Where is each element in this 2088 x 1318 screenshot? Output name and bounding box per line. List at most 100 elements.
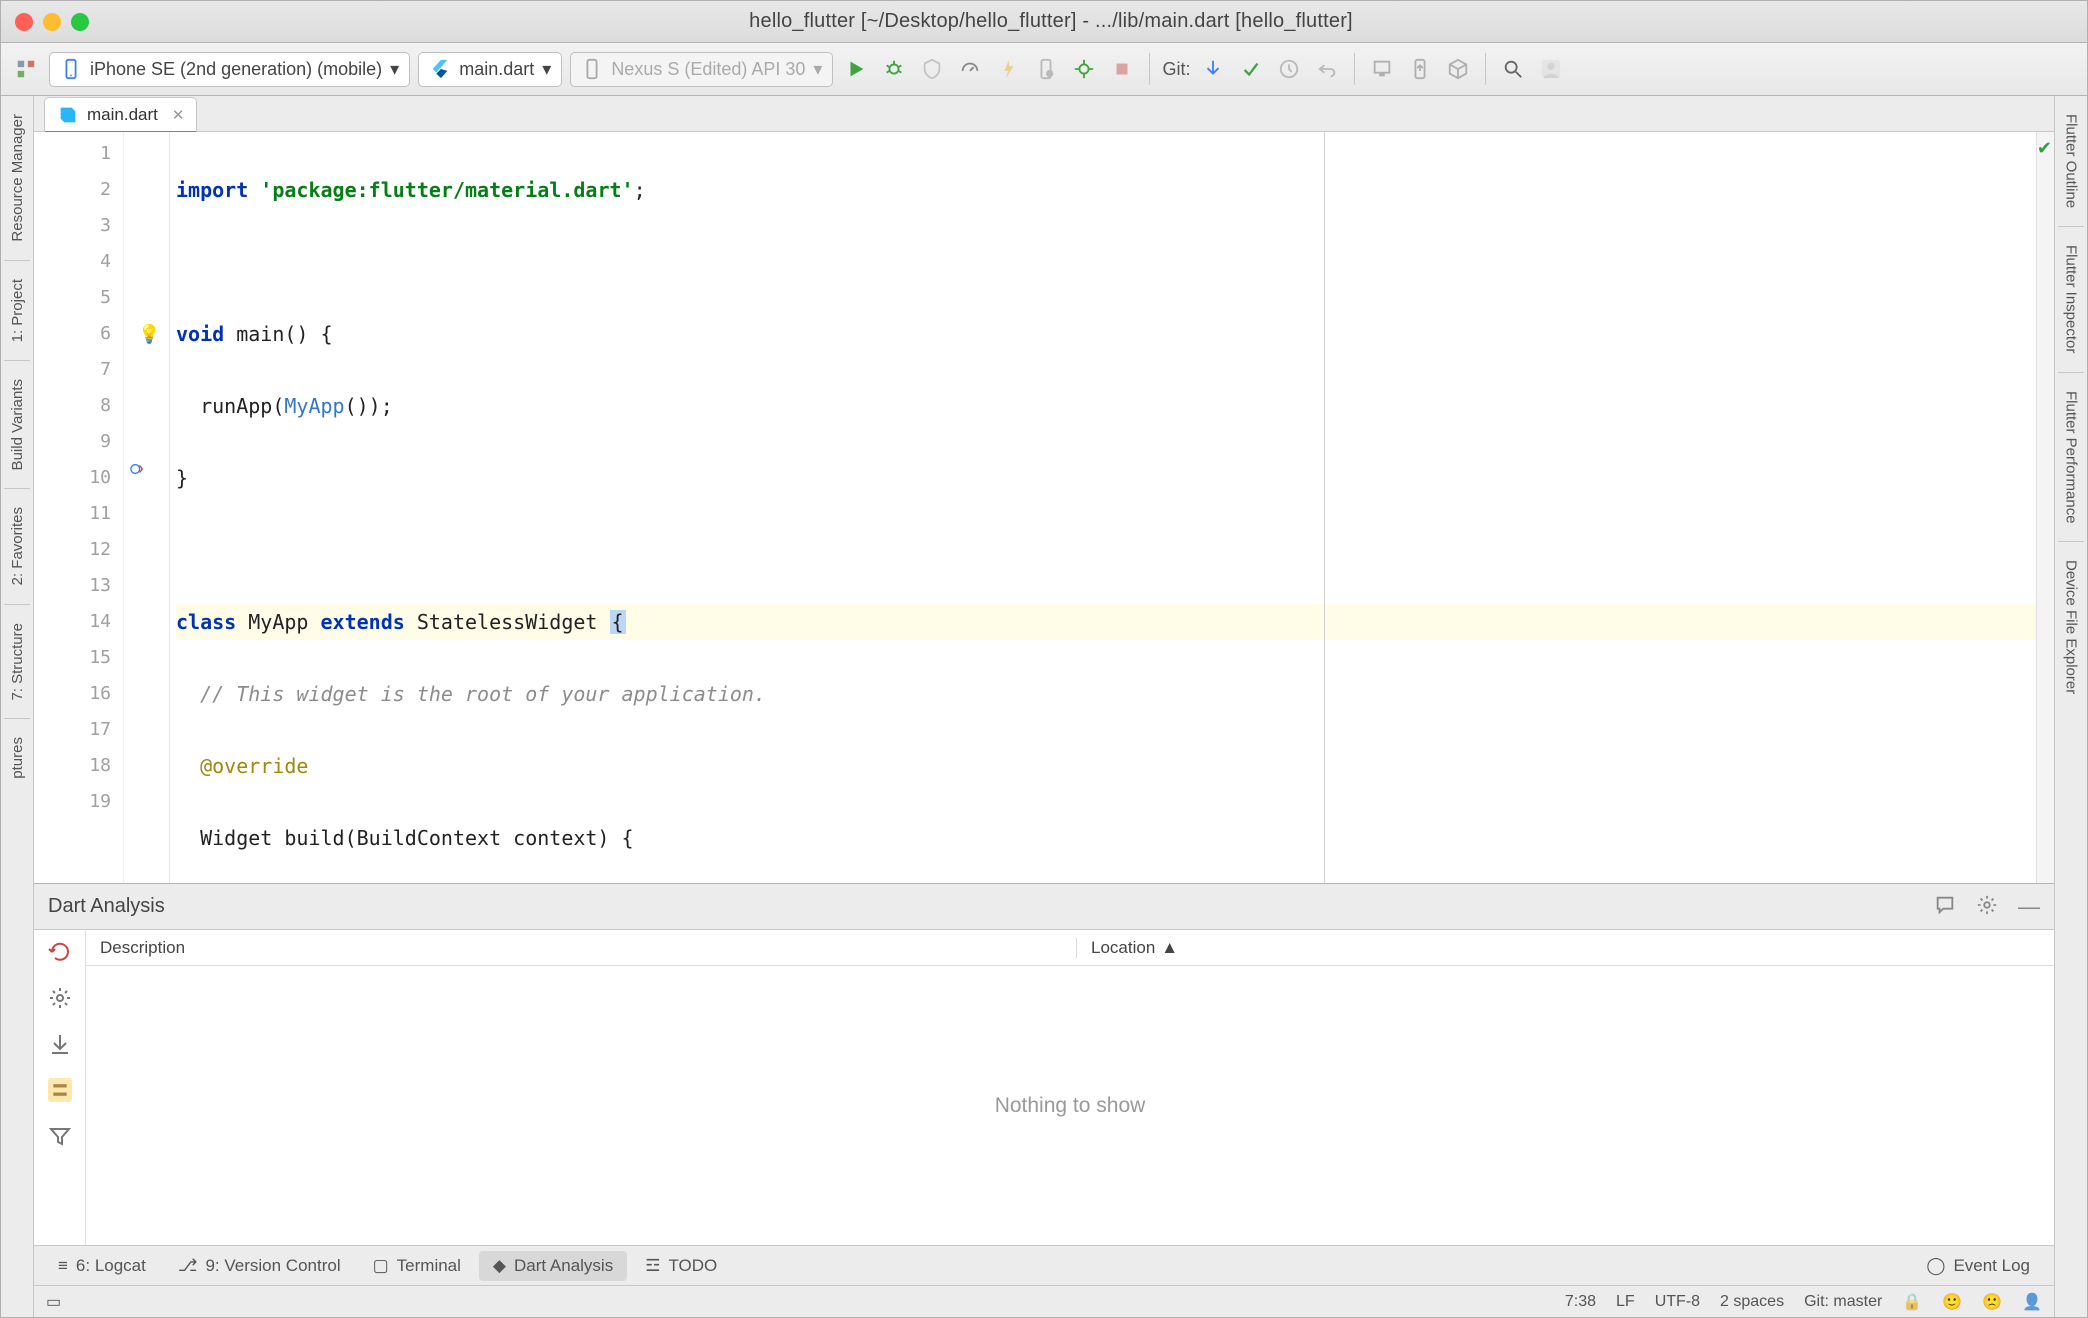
line-number-gutter: 12345678910111213141516171819 bbox=[34, 132, 124, 883]
package-button[interactable] bbox=[1443, 54, 1473, 84]
panel-empty-text: Nothing to show bbox=[86, 966, 2054, 1245]
filter-icon[interactable] bbox=[48, 1124, 72, 1148]
override-icon bbox=[130, 462, 144, 476]
flutter-icon bbox=[429, 58, 451, 80]
run-config-selector[interactable]: main.dart ▾ bbox=[418, 52, 562, 87]
structure-tab[interactable]: 7: Structure bbox=[9, 613, 26, 711]
frown-icon[interactable]: 🙁 bbox=[1982, 1292, 2002, 1312]
tab-main-dart[interactable]: main.dart ✕ bbox=[44, 97, 197, 131]
minimize-window-button[interactable] bbox=[43, 13, 61, 31]
dart-icon: ◆ bbox=[493, 1256, 506, 1276]
hot-reload-button[interactable] bbox=[993, 54, 1023, 84]
branch-icon: ⎇ bbox=[178, 1256, 198, 1276]
debug-button[interactable] bbox=[879, 54, 909, 84]
comment-icon[interactable] bbox=[1934, 894, 1956, 920]
emulator-label: Nexus S (Edited) API 30 bbox=[611, 59, 805, 80]
chevron-down-icon: ▾ bbox=[542, 59, 551, 80]
phone-icon bbox=[60, 58, 82, 80]
sort-asc-icon: ▲ bbox=[1161, 938, 1178, 958]
annotation-gutter: 💡 bbox=[124, 132, 170, 883]
editor-tabs: main.dart ✕ bbox=[34, 96, 2054, 132]
panel-column-headers: Description Location▲ bbox=[86, 930, 2054, 966]
gear-icon[interactable] bbox=[48, 986, 72, 1010]
indent-setting[interactable]: 2 spaces bbox=[1720, 1293, 1784, 1311]
git-label: Git: bbox=[1162, 59, 1190, 80]
tab-close-button[interactable]: ✕ bbox=[172, 106, 185, 124]
refresh-icon[interactable] bbox=[48, 940, 72, 964]
exit-distraction-icon[interactable] bbox=[11, 54, 41, 84]
logcat-icon: ≡ bbox=[58, 1256, 68, 1276]
coverage-button[interactable] bbox=[917, 54, 947, 84]
captures-tab[interactable]: ptures bbox=[9, 727, 26, 789]
vcs-tab[interactable]: ⎇9: Version Control bbox=[164, 1251, 355, 1281]
event-log-tab[interactable]: ◯Event Log bbox=[1912, 1251, 2044, 1281]
code-content[interactable]: import 'package:flutter/material.dart'; … bbox=[170, 132, 2054, 883]
phone-outline-icon bbox=[581, 58, 603, 80]
device-selector-label: iPhone SE (2nd generation) (mobile) bbox=[90, 59, 382, 80]
attach-debugger-button[interactable] bbox=[1031, 54, 1061, 84]
todo-tab[interactable]: ☲TODO bbox=[631, 1251, 731, 1281]
build-variants-tab[interactable]: Build Variants bbox=[9, 369, 26, 480]
panel-sidebar bbox=[34, 930, 86, 1245]
list-icon: ☲ bbox=[645, 1256, 660, 1276]
group-icon[interactable] bbox=[48, 1078, 72, 1102]
minimize-panel-button[interactable]: — bbox=[2018, 894, 2040, 920]
code-editor[interactable]: 12345678910111213141516171819 💡 import '… bbox=[34, 132, 2054, 883]
editor-splitter[interactable] bbox=[1324, 132, 1325, 883]
right-tool-strip: Flutter Outline Flutter Inspector Flutte… bbox=[2054, 96, 2087, 1317]
file-encoding[interactable]: UTF-8 bbox=[1655, 1293, 1700, 1311]
device-file-explorer-tab[interactable]: Device File Explorer bbox=[2063, 550, 2080, 704]
column-description[interactable]: Description bbox=[86, 938, 1076, 958]
flutter-outline-tab[interactable]: Flutter Outline bbox=[2063, 104, 2080, 218]
error-stripe[interactable]: ✔ bbox=[2036, 132, 2054, 883]
chevron-down-icon: ▾ bbox=[813, 59, 822, 80]
tab-label: main.dart bbox=[87, 105, 158, 125]
lightbulb-icon[interactable]: 💡 bbox=[138, 324, 160, 345]
git-branch[interactable]: Git: master bbox=[1804, 1293, 1882, 1311]
titlebar: hello_flutter [~/Desktop/hello_flutter] … bbox=[1, 1, 2087, 43]
user-avatar[interactable] bbox=[1536, 54, 1566, 84]
sdk-button[interactable] bbox=[1405, 54, 1435, 84]
resource-manager-tab[interactable]: Resource Manager bbox=[9, 104, 26, 252]
smile-icon[interactable]: 🙂 bbox=[1942, 1292, 1962, 1312]
emulator-selector[interactable]: Nexus S (Edited) API 30 ▾ bbox=[570, 52, 833, 87]
profile-button[interactable] bbox=[955, 54, 985, 84]
maximize-window-button[interactable] bbox=[71, 13, 89, 31]
git-history-button[interactable] bbox=[1274, 54, 1304, 84]
line-separator[interactable]: LF bbox=[1616, 1293, 1635, 1311]
autoscroll-icon[interactable] bbox=[48, 1032, 72, 1056]
stop-button[interactable] bbox=[1107, 54, 1137, 84]
analysis-ok-icon: ✔ bbox=[2037, 138, 2052, 159]
terminal-tab[interactable]: ▢Terminal bbox=[359, 1251, 475, 1281]
bottom-tool-tabs: ≡6: Logcat ⎇9: Version Control ▢Terminal… bbox=[34, 1245, 2054, 1285]
settings-icon[interactable] bbox=[1976, 894, 1998, 920]
main-toolbar: iPhone SE (2nd generation) (mobile) ▾ ma… bbox=[1, 43, 2087, 96]
status-bar: ▭ 7:38 LF UTF-8 2 spaces Git: master 🔒 🙂… bbox=[34, 1285, 2054, 1317]
panel-title: Dart Analysis bbox=[48, 895, 165, 918]
man-icon[interactable]: 👤 bbox=[2022, 1292, 2042, 1312]
logcat-tab[interactable]: ≡6: Logcat bbox=[44, 1251, 160, 1281]
git-update-button[interactable] bbox=[1198, 54, 1228, 84]
flutter-inspector-tab[interactable]: Flutter Inspector bbox=[2063, 235, 2080, 363]
left-tool-strip: Resource Manager 1: Project Build Varian… bbox=[1, 96, 34, 1317]
avd-button[interactable] bbox=[1367, 54, 1397, 84]
terminal-icon: ▢ bbox=[373, 1256, 389, 1276]
dart-analysis-tab[interactable]: ◆Dart Analysis bbox=[479, 1251, 627, 1281]
lock-icon[interactable]: 🔒 bbox=[1902, 1292, 1922, 1312]
close-window-button[interactable] bbox=[15, 13, 33, 31]
speech-icon: ◯ bbox=[1926, 1256, 1945, 1276]
run-button[interactable] bbox=[841, 54, 871, 84]
dart-analysis-panel: Dart Analysis — bbox=[34, 883, 2054, 1245]
device-selector[interactable]: iPhone SE (2nd generation) (mobile) ▾ bbox=[49, 52, 410, 87]
project-tab[interactable]: 1: Project bbox=[9, 269, 26, 352]
run-config-label: main.dart bbox=[459, 59, 534, 80]
git-revert-button[interactable] bbox=[1312, 54, 1342, 84]
caret-position[interactable]: 7:38 bbox=[1565, 1293, 1596, 1311]
column-location[interactable]: Location▲ bbox=[1076, 938, 2054, 958]
search-button[interactable] bbox=[1498, 54, 1528, 84]
git-commit-button[interactable] bbox=[1236, 54, 1266, 84]
status-square-icon[interactable]: ▭ bbox=[46, 1292, 61, 1312]
flutter-attach-button[interactable] bbox=[1069, 54, 1099, 84]
favorites-tab[interactable]: 2: Favorites bbox=[9, 497, 26, 595]
flutter-performance-tab[interactable]: Flutter Performance bbox=[2063, 381, 2080, 534]
